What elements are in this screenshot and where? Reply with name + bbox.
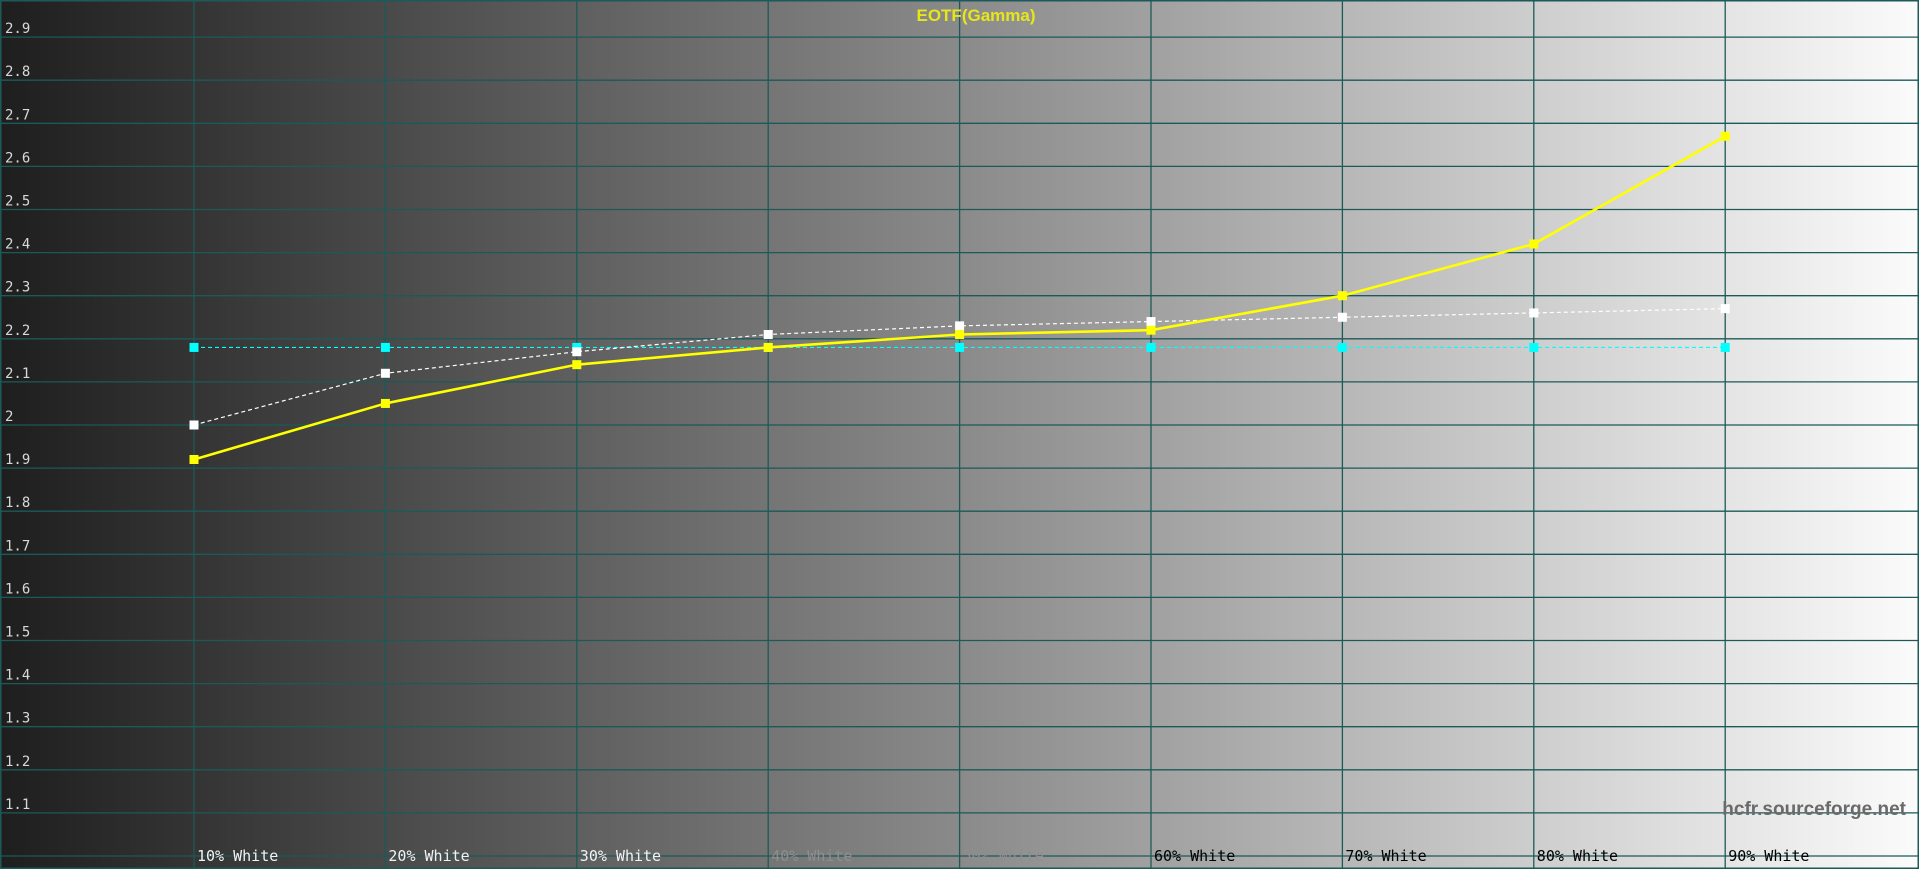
data-point [1529, 239, 1539, 249]
x-tick-label: 90% White [1728, 847, 1809, 865]
y-tick-label: 2.6 [5, 150, 30, 166]
y-tick-label: 2.8 [5, 64, 30, 80]
data-point [572, 347, 582, 357]
data-point [1720, 342, 1730, 352]
data-point [1337, 291, 1347, 301]
eotf-gamma-chart: 1.1 1.2 1.3 1.4 1.5 1.6 1.7 1.8 1.9 2 2.1 2.2 2.3 2.4… [0, 0, 1919, 869]
data-point [1529, 342, 1539, 352]
data-point [380, 368, 390, 378]
y-tick-label: 1.1 [5, 797, 30, 813]
data-point [955, 342, 965, 352]
data-point [1337, 312, 1347, 322]
y-tick-label: 2 [5, 409, 13, 425]
data-point [189, 454, 199, 464]
data-point [380, 342, 390, 352]
data-point [763, 329, 773, 339]
y-tick-label: 2.3 [5, 280, 30, 296]
data-point [572, 360, 582, 370]
data-point [1146, 342, 1156, 352]
data-point [763, 342, 773, 352]
data-point [189, 342, 199, 352]
data-point [1720, 131, 1730, 141]
y-tick-label: 2.4 [5, 237, 30, 253]
y-tick-label: 1.3 [5, 711, 30, 727]
y-tick-label: 1.5 [5, 625, 30, 641]
y-tick-label: 2.7 [5, 107, 30, 123]
y-tick-label: 2.2 [5, 323, 30, 339]
x-tick-label: 40% White [771, 847, 852, 865]
data-point [189, 420, 199, 430]
data-point [955, 321, 965, 331]
x-tick-label: 10% White [197, 847, 278, 865]
x-tick-label: 20% White [388, 847, 469, 865]
y-tick-label: 2.9 [5, 21, 30, 37]
y-tick-label: 1.7 [5, 538, 30, 554]
x-tick-label: 80% White [1537, 847, 1618, 865]
y-tick-label: 1.8 [5, 495, 30, 511]
watermark: hcfr.sourceforge.net [1722, 799, 1906, 820]
data-point [1146, 325, 1156, 335]
x-axis-ticks: 10% White 20% White 30% White 40% White 50% … [197, 847, 1809, 865]
y-tick-label: 1.6 [5, 581, 30, 597]
y-tick-label: 1.2 [5, 754, 30, 770]
y-tick-label: 2.5 [5, 194, 30, 210]
data-point [1337, 342, 1347, 352]
data-point [1720, 304, 1730, 314]
data-point [380, 398, 390, 408]
chart-title: EOTF(Gamma) [916, 6, 1035, 25]
x-tick-label: 50% White [963, 847, 1044, 865]
x-tick-label: 70% White [1345, 847, 1426, 865]
x-tick-label: 30% White [580, 847, 661, 865]
y-tick-label: 1.9 [5, 452, 30, 468]
x-tick-label: 60% White [1154, 847, 1235, 865]
data-point [1529, 308, 1539, 318]
y-tick-label: 1.4 [5, 668, 30, 684]
data-point [955, 329, 965, 339]
data-point [1146, 317, 1156, 327]
y-tick-label: 2.1 [5, 366, 30, 382]
